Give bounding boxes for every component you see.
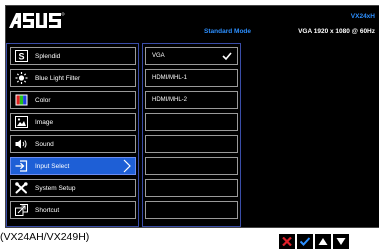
speaker-icon (15, 138, 28, 150)
menu-item-label: Image (35, 119, 54, 126)
menu-item-sound[interactable]: Sound (10, 135, 136, 153)
empty-option-row (145, 135, 238, 153)
osd-window: VX24xH Standard Mode VGA 1920 x 1080 @ 6… (5, 5, 379, 228)
menu-item-label: Splendid (35, 53, 61, 60)
sun-icon (15, 72, 28, 84)
option-hdmi-mhl-2[interactable]: HDMI/MHL-2 (145, 91, 238, 109)
color-bars-icon (15, 94, 28, 106)
menu-item-image[interactable]: Image (10, 113, 136, 131)
confirm-button[interactable] (297, 234, 313, 249)
splendid-s-icon: S (15, 50, 28, 62)
mode-label: Standard Mode (204, 28, 251, 35)
model-label: VX24xH (350, 13, 375, 20)
menu-item-label: Input Select (35, 163, 70, 170)
menu-item-shortcut[interactable]: Shortcut (10, 201, 136, 219)
option-hdmi-mhl-1[interactable]: HDMI/MHL-1 (145, 69, 238, 87)
down-button[interactable] (333, 234, 349, 249)
osd-header: VX24xH Standard Mode VGA 1920 x 1080 @ 6… (6, 6, 379, 42)
menu-item-label: Color (35, 97, 51, 104)
check-icon (300, 237, 310, 246)
down-arrow-icon (336, 238, 346, 245)
option-vga[interactable]: VGA (145, 47, 238, 65)
input-select-submenu: VGA HDMI/MHL-1 HDMI/MHL-2 (142, 43, 241, 227)
shortcut-icon (15, 204, 28, 216)
option-label: VGA (152, 53, 165, 59)
menu-item-label: System Setup (35, 185, 76, 192)
close-x-icon (282, 237, 292, 246)
model-caption: (VX24AH/VX249H) (0, 231, 90, 243)
wrench-icon (15, 182, 28, 194)
close-button[interactable] (279, 234, 295, 249)
svg-text:S: S (18, 52, 24, 62)
up-arrow-icon (318, 238, 328, 245)
option-label: HDMI/MHL-1 (152, 75, 188, 81)
resolution-label: VGA 1920 x 1080 @ 60Hz (298, 28, 375, 35)
empty-option-row (145, 179, 238, 197)
menu-item-label: Shortcut (35, 207, 60, 214)
empty-option-row (145, 113, 238, 131)
menu-item-splendid[interactable]: S Splendid (10, 47, 136, 65)
empty-option-row (145, 201, 238, 219)
image-icon (15, 116, 28, 128)
input-arrow-icon (15, 160, 28, 172)
up-button[interactable] (315, 234, 331, 249)
checkmark-icon (222, 51, 232, 61)
chevron-right-icon (123, 159, 131, 173)
menu-item-input-select[interactable]: Input Select (10, 157, 136, 175)
menu-item-label: Blue Light Filter (35, 75, 81, 82)
main-menu: S Splendid Blue Light Filter Color Image (6, 43, 139, 227)
menu-item-color[interactable]: Color (10, 91, 136, 109)
menu-item-system-setup[interactable]: System Setup (10, 179, 136, 197)
option-label: HDMI/MHL-2 (152, 97, 188, 103)
menu-item-blue-light-filter[interactable]: Blue Light Filter (10, 69, 136, 87)
asus-logo (9, 12, 65, 34)
empty-option-row (145, 157, 238, 175)
menu-item-label: Sound (35, 141, 54, 148)
